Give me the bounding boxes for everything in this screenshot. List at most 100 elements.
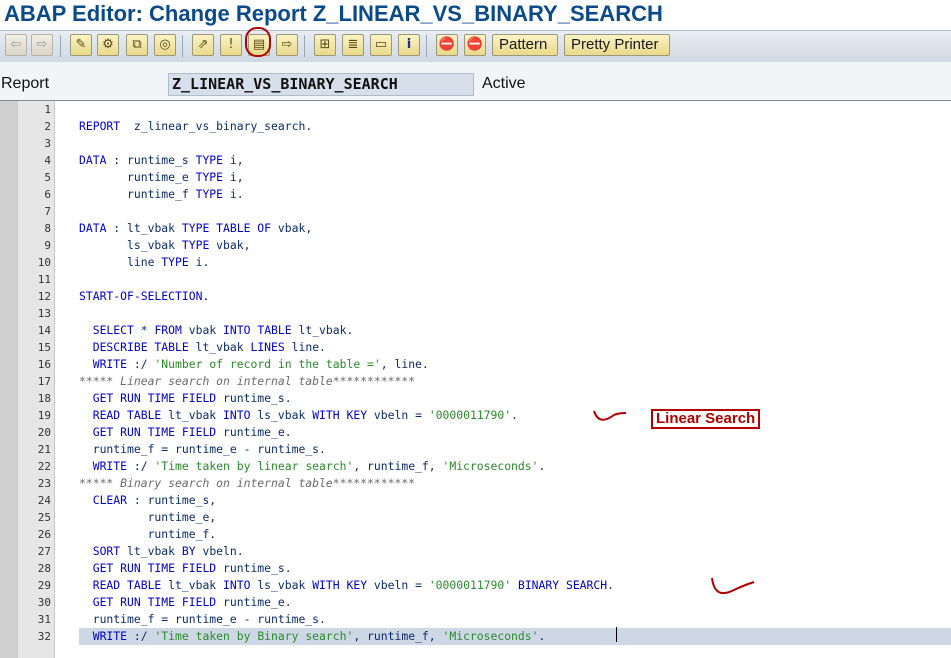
code-token: vbeln. [195, 544, 244, 558]
code-line[interactable]: ***** Binary search on internal table***… [55, 475, 951, 492]
code-token: . [607, 578, 614, 592]
code-line[interactable] [55, 101, 951, 118]
pattern-button[interactable]: Pattern [492, 34, 558, 56]
code-line[interactable]: DESCRIBE TABLE lt_vbak LINES line. [55, 339, 951, 356]
info-icon[interactable]: i [398, 34, 420, 56]
code-line[interactable]: ***** Linear search on internal table***… [55, 373, 951, 390]
forward-arrow-icon[interactable]: ⇨ [31, 34, 53, 56]
code-line[interactable]: CLEAR : runtime_s, [55, 492, 951, 509]
code-line[interactable]: GET RUN TIME FIELD runtime_e. [55, 594, 951, 611]
code-line[interactable]: WRITE :/ 'Time taken by Binary search', … [55, 628, 951, 645]
code-line[interactable]: line TYPE i. [55, 254, 951, 271]
back-arrow-icon[interactable]: ⇦ [5, 34, 27, 56]
code-line[interactable]: WRITE :/ 'Number of record in the table … [55, 356, 951, 373]
line-number: 9 [44, 239, 51, 252]
code-token: i. [223, 187, 244, 201]
test-icon[interactable]: ! [220, 34, 242, 56]
code-line[interactable] [55, 271, 951, 288]
code-token: GET RUN TIME FIELD [79, 561, 217, 575]
code-token: SORT [79, 544, 121, 558]
line-number: 26 [37, 528, 51, 541]
code-token: runtime_s. [216, 561, 292, 575]
line-number: 12 [37, 290, 51, 303]
code-line[interactable]: DATA : runtime_s TYPE i, [55, 152, 951, 169]
code-line[interactable]: runtime_f = runtime_e - runtime_s. [55, 441, 951, 458]
line-number: 32 [37, 630, 51, 643]
code-token: TYPE [161, 255, 189, 269]
code-line[interactable]: DATA : lt_vbak TYPE TABLE OF vbak, [55, 220, 951, 237]
code-token: ls_vbak [79, 238, 182, 252]
code-token: TYPE [195, 153, 224, 167]
session-breakpoint-icon[interactable]: ⛔ [464, 34, 486, 56]
code-token: z_linear_vs_binary_search. [120, 119, 313, 133]
display-object-list-icon[interactable]: ≣ [342, 34, 364, 56]
code-line[interactable]: READ TABLE lt_vbak INTO ls_vbak WITH KEY… [55, 407, 951, 424]
code-token: START-OF-SELECTION. [79, 289, 210, 303]
code-token: BINARY SEARCH [511, 578, 608, 592]
check-icon[interactable]: ◎ [154, 34, 176, 56]
line-number: 21 [37, 443, 51, 456]
code-line[interactable]: GET RUN TIME FIELD runtime_e. [55, 424, 951, 441]
code-line[interactable] [55, 135, 951, 152]
line-number: 29 [37, 579, 51, 592]
code-token: FROM [154, 323, 182, 337]
code-line-text: GET RUN TIME FIELD runtime_e. [79, 424, 292, 441]
navigate-icon[interactable]: ⇨ [276, 34, 298, 56]
code-line[interactable]: runtime_f. [55, 526, 951, 543]
line-number: 10 [37, 256, 51, 269]
line-number: 27 [37, 545, 51, 558]
report-name-field[interactable]: Z_LINEAR_VS_BINARY_SEARCH [168, 73, 474, 96]
code-editor[interactable]: REPORT z_linear_vs_binary_search. DATA : … [0, 100, 951, 658]
code-line[interactable]: runtime_f TYPE i. [55, 186, 951, 203]
toolbar-separator [426, 35, 427, 57]
code-line[interactable]: GET RUN TIME FIELD runtime_s. [55, 390, 951, 407]
code-line[interactable]: runtime_f = runtime_e - runtime_s. [55, 611, 951, 628]
code-token: :/ [127, 357, 155, 371]
fullscreen-icon[interactable]: ▭ [370, 34, 392, 56]
code-token: runtime_f = runtime_e - runtime_s. [79, 612, 326, 626]
active-inactive-icon[interactable]: ⚙ [97, 34, 119, 56]
code-line[interactable]: SELECT * FROM vbak INTO TABLE lt_vbak. [55, 322, 951, 339]
code-line[interactable]: runtime_e TYPE i, [55, 169, 951, 186]
code-line[interactable] [55, 305, 951, 322]
code-token: TYPE [195, 187, 224, 201]
code-token: READ TABLE [79, 408, 162, 422]
toolbar-separator [304, 35, 305, 57]
highlight-circle-annotation [245, 27, 271, 57]
code-line-text: ***** Binary search on internal table***… [79, 475, 415, 492]
code-token: 'Microseconds' [442, 459, 539, 473]
pretty-printer-button[interactable]: Pretty Printer [564, 34, 670, 56]
code-line[interactable]: REPORT z_linear_vs_binary_search. [55, 118, 951, 135]
code-line[interactable]: READ TABLE lt_vbak INTO ls_vbak WITH KEY… [55, 577, 951, 594]
breakpoint-icon[interactable]: ⛔ [436, 34, 458, 56]
code-token: DATA [79, 153, 107, 167]
checkmark-annotation-2 [711, 577, 755, 595]
code-token: ***** Linear search on internal table***… [79, 374, 416, 388]
code-line[interactable]: runtime_e, [55, 509, 951, 526]
code-line[interactable]: START-OF-SELECTION. [55, 288, 951, 305]
code-token: INTO [223, 408, 251, 422]
code-line[interactable] [55, 203, 951, 220]
code-line[interactable]: WRITE :/ 'Time taken by linear search', … [55, 458, 951, 475]
display-change-icon[interactable]: ✎ [70, 34, 92, 56]
code-token: BY [181, 544, 196, 558]
code-token: runtime_s. [216, 391, 292, 405]
code-line-text: GET RUN TIME FIELD runtime_s. [79, 390, 292, 407]
code-token: SELECT [79, 323, 134, 337]
code-line[interactable]: SORT lt_vbak BY vbeln. [55, 543, 951, 560]
status-label: Active [482, 75, 526, 92]
activate-icon[interactable]: ⇗ [192, 34, 214, 56]
other-object-icon[interactable]: ⧉ [126, 34, 148, 56]
code-token: lt_vbak [120, 544, 182, 558]
code-token: : runtime_s [106, 153, 196, 167]
code-area[interactable]: REPORT z_linear_vs_binary_search. DATA : … [55, 101, 951, 658]
code-line[interactable]: ls_vbak TYPE vbak, [55, 237, 951, 254]
report-label: Report [1, 75, 50, 92]
title-bar: ABAP Editor: Change Report Z_LINEAR_VS_B… [0, 0, 951, 30]
code-line-text: WRITE :/ 'Number of record in the table … [79, 356, 429, 373]
code-line[interactable]: GET RUN TIME FIELD runtime_s. [55, 560, 951, 577]
code-token: REPORT [79, 119, 121, 133]
code-token: GET RUN TIME FIELD [79, 595, 217, 609]
object-list-icon[interactable]: ⊞ [314, 34, 336, 56]
line-number: 4 [44, 154, 51, 167]
